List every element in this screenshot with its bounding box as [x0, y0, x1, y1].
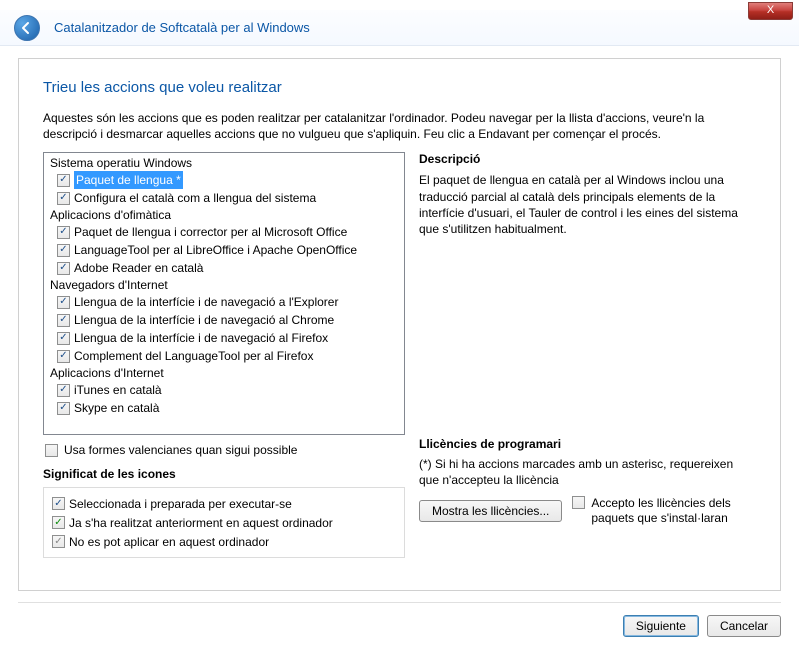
legend-item: ✓ Ja s'ha realitzat anteriorment en aques…	[52, 513, 396, 532]
item-label: Paquet de llengua *	[74, 171, 183, 189]
licenses-title: Llicències de programari	[419, 437, 756, 451]
item-label: iTunes en català	[74, 381, 162, 399]
legend-label: Seleccionada i preparada per executar-se	[69, 495, 292, 513]
checkbox-icon: ✓	[52, 535, 65, 548]
titlebar: X	[0, 0, 799, 10]
checkbox-icon[interactable]: ✓	[57, 244, 70, 257]
checkbox-icon[interactable]: ✓	[57, 226, 70, 239]
list-item[interactable]: ✓ LanguageTool per al LibreOffice i Apach…	[44, 241, 404, 259]
item-label: Llengua de la interfície i de navegació …	[74, 293, 338, 311]
checkbox-icon[interactable]: ✓	[57, 192, 70, 205]
checkbox-icon[interactable]: ✓	[57, 402, 70, 415]
item-label: Llengua de la interfície i de navegació …	[74, 329, 328, 347]
checkbox-icon[interactable]: ✓	[57, 332, 70, 345]
checkbox-icon: ✓	[52, 516, 65, 529]
checkbox-icon: ✓	[52, 497, 65, 510]
page-heading: Trieu les accions que voleu realitzar	[43, 79, 756, 96]
description-body: El paquet de llengua en català per al Wi…	[419, 172, 756, 237]
content-panel: Trieu les accions que voleu realitzar Aq…	[18, 58, 781, 591]
accept-licenses-label: Accepto les llicències dels paquets que …	[591, 496, 742, 525]
checkbox-icon[interactable]: ✓	[57, 350, 70, 363]
checkbox-icon[interactable]: ✓	[57, 296, 70, 309]
item-label: Adobe Reader en català	[74, 259, 203, 277]
cancel-button[interactable]: Cancelar	[707, 615, 781, 637]
close-button[interactable]: X	[748, 2, 793, 20]
arrow-left-icon	[20, 21, 34, 35]
list-item[interactable]: ✓ Skype en català	[44, 399, 404, 417]
intro-text: Aquestes són les accions que es poden re…	[43, 110, 756, 142]
list-item[interactable]: ✓ Adobe Reader en català	[44, 259, 404, 277]
header: Catalanitzador de Softcatalà per al Wind…	[0, 10, 799, 46]
legend-label: No es pot aplicar en aquest ordinador	[69, 533, 269, 551]
item-label: Llengua de la interfície i de navegació …	[74, 311, 334, 329]
group-title: Sistema operatiu Windows	[44, 155, 404, 171]
actions-listbox[interactable]: Sistema operatiu Windows ✓ Paquet de lleng…	[43, 152, 405, 435]
group-title: Aplicacions d'Internet	[44, 365, 404, 381]
item-label: Configura el català com a llengua del si…	[74, 189, 316, 207]
next-button[interactable]: Siguiente	[623, 615, 699, 637]
item-label: Paquet de llengua i corrector per al Mic…	[74, 223, 347, 241]
list-item[interactable]: ✓ Llengua de la interfície i de navegació…	[44, 311, 404, 329]
footer: Siguiente Cancelar	[18, 602, 781, 637]
accept-licenses-checkbox[interactable]	[572, 496, 585, 509]
valencian-checkbox[interactable]	[45, 444, 58, 457]
valencian-label: Usa formes valencianes quan sigui possib…	[64, 443, 297, 457]
back-button[interactable]	[14, 15, 40, 41]
list-item[interactable]: ✓ Complement del LanguageTool per al Fire…	[44, 347, 404, 365]
list-item[interactable]: ✓ Configura el català com a llengua del s…	[44, 189, 404, 207]
list-item[interactable]: ✓ Llengua de la interfície i de navegació…	[44, 293, 404, 311]
checkbox-icon[interactable]: ✓	[57, 314, 70, 327]
valencian-row: Usa formes valencianes quan sigui possib…	[45, 443, 405, 457]
list-item[interactable]: ✓ Paquet de llengua i corrector per al Mi…	[44, 223, 404, 241]
show-licenses-button[interactable]: Mostra les llicències...	[419, 500, 562, 522]
legend-label: Ja s'ha realitzat anteriorment en aquest…	[69, 514, 333, 532]
legend-item: ✓ No es pot aplicar en aquest ordinador	[52, 532, 396, 551]
item-label: LanguageTool per al LibreOffice i Apache…	[74, 241, 357, 259]
item-label: Complement del LanguageTool per al Firef…	[74, 347, 313, 365]
list-item[interactable]: ✓ Paquet de llengua *	[44, 171, 404, 189]
list-item[interactable]: ✓ Llengua de la interfície i de navegació…	[44, 329, 404, 347]
checkbox-icon[interactable]: ✓	[57, 384, 70, 397]
group-title: Navegadors d'Internet	[44, 277, 404, 293]
licenses-note: (*) Si hi ha accions marcades amb un ast…	[419, 457, 756, 488]
accept-licenses-row: Accepto les llicències dels paquets que …	[572, 496, 742, 525]
group-title: Aplicacions d'ofimàtica	[44, 207, 404, 223]
item-label: Skype en català	[74, 399, 159, 417]
list-item[interactable]: ✓ iTunes en català	[44, 381, 404, 399]
header-title: Catalanitzador de Softcatalà per al Wind…	[54, 20, 310, 35]
legend-box: ✓ Seleccionada i preparada per executar-s…	[43, 487, 405, 558]
legend-item: ✓ Seleccionada i preparada per executar-s…	[52, 494, 396, 513]
checkbox-icon[interactable]: ✓	[57, 174, 70, 187]
checkbox-icon[interactable]: ✓	[57, 262, 70, 275]
description-title: Descripció	[419, 152, 756, 166]
legend-title: Significat de les icones	[43, 467, 405, 481]
